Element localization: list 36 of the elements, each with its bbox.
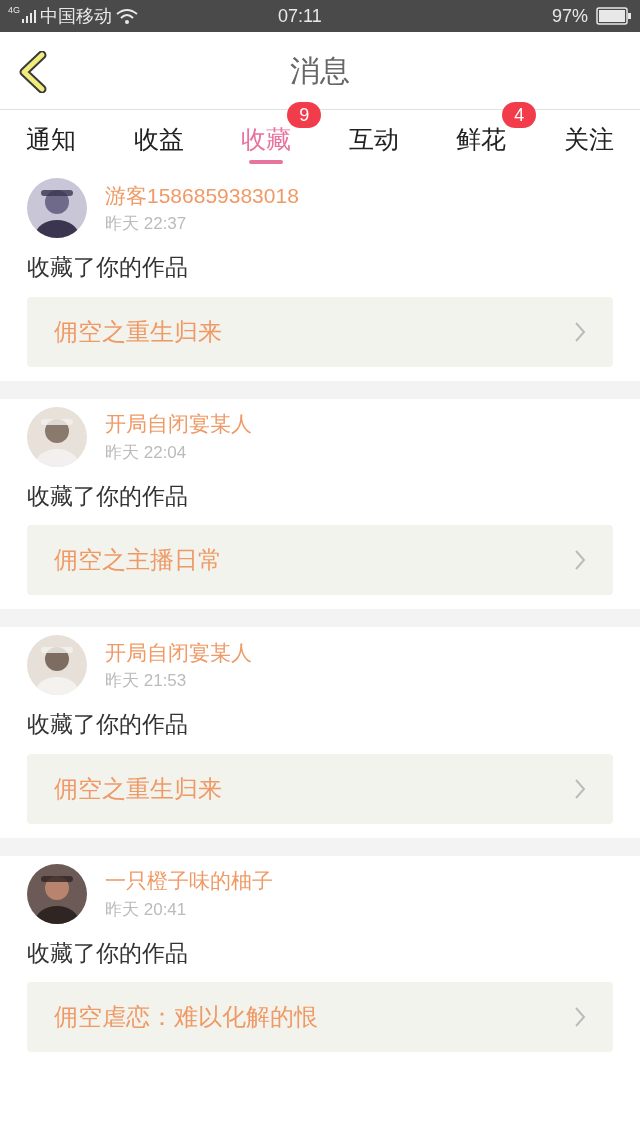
network-type: 4G bbox=[8, 4, 20, 17]
chevron-right-icon bbox=[574, 549, 586, 571]
user-name[interactable]: 开局自闭宴某人 bbox=[105, 408, 252, 440]
tab-underline bbox=[249, 160, 284, 164]
message-time: 昨天 20:41 bbox=[105, 898, 188, 921]
work-link[interactable]: 佣空虐恋：难以化解的恨 bbox=[27, 982, 613, 1052]
battery-percent: 97% bbox=[551, 4, 588, 28]
message-text: 收藏了你的作品 bbox=[27, 938, 189, 968]
user-name[interactable]: 开局自闭宴某人 bbox=[105, 636, 252, 668]
clock-time: 07:11 bbox=[278, 4, 322, 28]
message-time: 昨天 21:53 bbox=[105, 670, 188, 692]
chevron-right-icon bbox=[574, 777, 586, 800]
work-link[interactable]: 佣空之重生归来 bbox=[27, 753, 613, 824]
tab[interactable]: 通知 bbox=[26, 110, 76, 170]
message-text: 收藏了你的作品 bbox=[27, 710, 189, 739]
tab[interactable]: 互动 bbox=[348, 110, 399, 170]
signal-icon bbox=[22, 9, 36, 23]
battery-icon bbox=[596, 7, 632, 25]
back-icon bbox=[18, 51, 48, 93]
chevron-right-icon bbox=[574, 1006, 586, 1028]
message-time: 昨天 22:37 bbox=[105, 213, 188, 235]
user-name[interactable]: 游客1586859383018 bbox=[105, 179, 299, 211]
message-text: 收藏了你的作品 bbox=[27, 253, 189, 282]
count-badge: 9 bbox=[287, 102, 322, 128]
message-time: 昨天 22:04 bbox=[105, 441, 188, 464]
user-name[interactable]: 一只橙子味的柚子 bbox=[105, 865, 273, 897]
count-badge: 4 bbox=[502, 102, 537, 128]
message-text: 收藏了你的作品 bbox=[27, 481, 189, 511]
tab[interactable]: 收益 bbox=[133, 110, 184, 170]
chevron-right-icon bbox=[574, 320, 586, 343]
work-link[interactable]: 佣空之主播日常 bbox=[27, 525, 613, 595]
work-link[interactable]: 佣空之重生归来 bbox=[27, 296, 613, 367]
wifi-icon bbox=[116, 8, 138, 24]
carrier-name: 中国移动 bbox=[40, 4, 112, 28]
page-title: 消息 bbox=[290, 53, 350, 89]
tab[interactable]: 关注 bbox=[563, 110, 614, 170]
